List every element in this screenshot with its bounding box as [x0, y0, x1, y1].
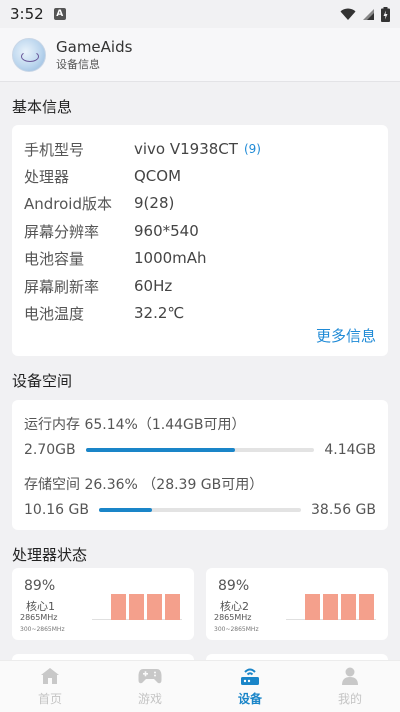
- rom-progress-bar: [98, 508, 302, 512]
- storage-title: 设备空间: [12, 372, 73, 390]
- cpu-usage-bar: [323, 594, 338, 620]
- info-value: QCOM: [134, 167, 182, 185]
- info-value: 1000mAh: [134, 249, 207, 267]
- cpu-status-title: 处理器状态: [12, 546, 88, 564]
- info-row-battery-capacity: 电池容量 1000mAh: [24, 248, 207, 268]
- nav-profile[interactable]: 我的: [300, 661, 400, 712]
- cpu-core-card[interactable]: 89% 核心2 2865MHz 300~2865MHz: [206, 568, 388, 640]
- info-value: 32.2℃: [134, 304, 185, 322]
- storage-card: 运行内存 65.14%（1.44GB可用） 2.70GB 4.14GB 存储空间…: [12, 400, 388, 530]
- gamepad-icon: [138, 669, 162, 684]
- cpu-usage-bar: [111, 594, 126, 620]
- cpu-usage-bars: [111, 594, 180, 620]
- basic-info-card: 手机型号 vivo V1938CT (9) 处理器 QCOM Android版本…: [12, 125, 388, 356]
- cpu-usage-bars: [305, 594, 374, 620]
- info-value: vivo V1938CT: [134, 140, 238, 158]
- cpu-usage-bar: [341, 594, 356, 620]
- nav-label: 游戏: [137, 692, 162, 706]
- cpu-core-card[interactable]: 89% 核心1 2865MHz 300~2865MHz: [12, 568, 194, 640]
- cpu-core-freq: 2865MHz: [20, 613, 58, 622]
- rom-progress-fill: [98, 508, 153, 512]
- model-badge: (9): [243, 142, 261, 156]
- cpu-core-percent: 89%: [24, 578, 56, 594]
- info-value: 60Hz: [134, 277, 173, 295]
- cpu-core-freq: 2865MHz: [214, 613, 252, 622]
- nav-device[interactable]: 设备: [200, 661, 300, 712]
- cpu-core-name: 核心1: [26, 600, 55, 613]
- info-row-model: 手机型号 vivo V1938CT (9): [24, 139, 261, 159]
- bottom-nav: 首页 游戏 设备 我的: [0, 660, 400, 712]
- nav-label: 设备: [237, 692, 262, 706]
- signal-icon: [363, 8, 374, 20]
- rom-usage-row: 10.16 GB 38.56 GB: [24, 501, 376, 519]
- nav-home[interactable]: 首页: [0, 661, 100, 712]
- rom-usage-label: 存储空间 26.36% （28.39 GB可用）: [24, 477, 264, 493]
- nav-label: 首页: [37, 692, 62, 706]
- nav-label: 我的: [337, 692, 362, 706]
- app-subtitle: 设备信息: [56, 57, 100, 71]
- app-title: GameAids: [56, 37, 133, 56]
- info-row-processor: 处理器 QCOM: [24, 166, 181, 186]
- info-row-android: Android版本 9(28): [24, 193, 174, 213]
- cpu-usage-bar: [129, 594, 144, 620]
- ram-used: 2.70GB: [24, 442, 76, 458]
- app-header: GameAids 设备信息: [0, 28, 400, 82]
- cpu-usage-bar: [359, 594, 374, 620]
- info-row-battery-temp: 电池温度 32.2℃: [24, 303, 184, 323]
- home-icon: [41, 668, 59, 684]
- status-icons: [340, 6, 390, 22]
- cpu-core-name: 核心2: [220, 600, 249, 613]
- info-value: 9(28): [134, 194, 175, 212]
- wifi-icon: [340, 8, 356, 20]
- app-logo-avatar[interactable]: [12, 37, 46, 72]
- ram-total: 4.14GB: [324, 442, 376, 458]
- cpu-core-percent: 89%: [218, 578, 250, 594]
- notification-icon: A: [53, 8, 66, 20]
- battery-icon: [381, 6, 390, 22]
- ram-usage-label: 运行内存 65.14%（1.44GB可用）: [24, 417, 246, 433]
- info-row-refresh-rate: 屏幕刷新率 60Hz: [24, 276, 172, 296]
- cpu-usage-bar: [305, 594, 320, 620]
- info-row-resolution: 屏幕分辨率 960*540: [24, 221, 199, 241]
- cpu-core-range: 300~2865MHz: [214, 626, 259, 633]
- user-icon: [342, 667, 358, 685]
- cpu-core-range: 300~2865MHz: [20, 626, 65, 633]
- ram-usage-row: 2.70GB 4.14GB: [24, 441, 376, 459]
- info-label: Android版本: [24, 194, 112, 213]
- device-icon: [241, 668, 259, 685]
- ram-progress-fill: [85, 448, 235, 452]
- nav-games[interactable]: 游戏: [100, 661, 200, 712]
- cpu-usage-bar: [147, 594, 162, 620]
- cpu-usage-bar: [165, 594, 180, 620]
- rom-used: 10.16 GB: [24, 502, 89, 518]
- info-label: 电池容量: [24, 249, 85, 268]
- info-label: 手机型号: [24, 140, 85, 159]
- info-label: 电池温度: [24, 304, 85, 323]
- info-label: 屏幕分辨率: [24, 222, 100, 241]
- more-info-link[interactable]: 更多信息: [316, 325, 376, 346]
- status-bar: 3:52 A: [0, 0, 400, 28]
- rom-total: 38.56 GB: [311, 502, 376, 518]
- basic-info-title: 基本信息: [12, 98, 73, 116]
- ram-progress-bar: [85, 448, 315, 452]
- info-label: 处理器: [24, 167, 70, 186]
- info-value: 960*540: [134, 222, 199, 240]
- status-time: 3:52: [10, 5, 44, 23]
- info-label: 屏幕刷新率: [24, 277, 100, 296]
